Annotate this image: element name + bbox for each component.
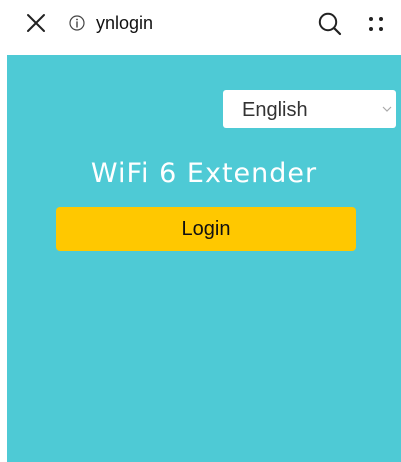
- product-title: WiFi 6 Extender: [90, 158, 318, 189]
- info-icon[interactable]: [67, 13, 87, 33]
- language-select[interactable]: English: [223, 90, 396, 128]
- browser-frame: ynlogin English WiFi 6 Extender Login: [0, 0, 401, 462]
- search-button[interactable]: [315, 9, 345, 39]
- more-button[interactable]: [361, 9, 391, 39]
- chevron-down-icon: [382, 106, 392, 112]
- close-icon: [27, 14, 45, 32]
- login-button[interactable]: Login: [56, 207, 356, 251]
- address-text[interactable]: ynlogin: [96, 11, 153, 35]
- browser-toolbar: ynlogin: [0, 0, 401, 46]
- search-icon: [318, 12, 342, 36]
- login-page: English WiFi 6 Extender Login: [7, 55, 401, 462]
- language-selected-value: English: [242, 99, 308, 121]
- more-icon: [369, 17, 383, 31]
- close-button[interactable]: [22, 9, 50, 37]
